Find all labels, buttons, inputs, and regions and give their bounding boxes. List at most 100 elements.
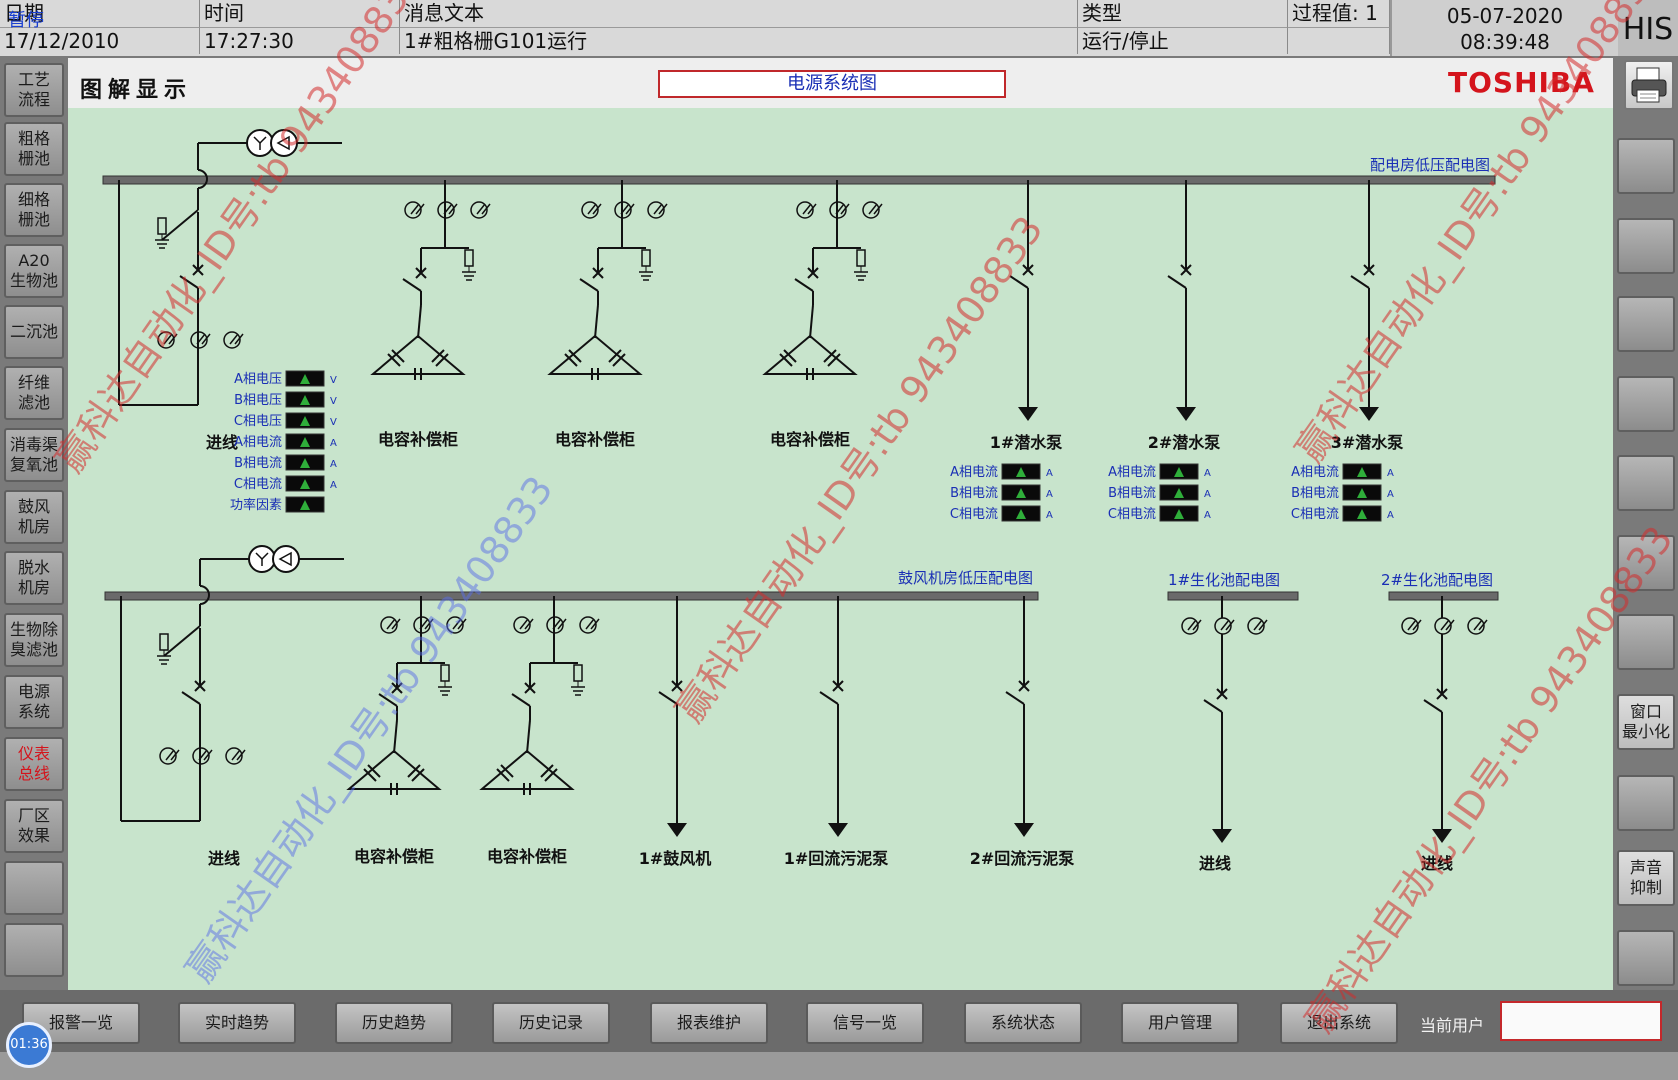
breaker-switch xyxy=(658,596,683,718)
side-button-7[interactable] xyxy=(1617,614,1675,670)
breaker-switch xyxy=(1203,634,1228,726)
wire xyxy=(809,304,814,339)
bottom-button-7[interactable]: 系统状态 xyxy=(964,1002,1082,1044)
nav-button-7[interactable]: 消毒渠 复氧池 xyxy=(4,428,64,482)
nav-button-11[interactable]: 电源 系统 xyxy=(4,675,64,729)
current-transformer-symbol xyxy=(157,331,178,349)
bus-bar-bio1 xyxy=(1167,591,1299,601)
arrow-head xyxy=(828,823,848,837)
recording-timer-badge[interactable]: 01:36 xyxy=(6,1022,52,1068)
alarm-row-message[interactable]: 1#粗格栅G101运行 xyxy=(400,27,1078,54)
load-arrow xyxy=(1018,308,1038,421)
window-minimize-button[interactable]: 窗口 最小化 xyxy=(1617,694,1675,750)
pause-button[interactable]: 暂停 xyxy=(8,6,44,32)
side-button-5[interactable] xyxy=(1617,455,1675,511)
capacitor-bank-symbol xyxy=(346,749,442,795)
side-button-6[interactable] xyxy=(1617,535,1675,591)
capacitor-cabinet-label: 电容补偿柜 xyxy=(487,847,567,866)
nav-button-4[interactable]: A20 生物池 xyxy=(4,244,64,298)
meter-label: C相电流 xyxy=(234,477,282,492)
current-transformer-symbol xyxy=(192,747,213,765)
meter-label: B相电压 xyxy=(234,393,282,408)
brand-logo: TOSHIBA xyxy=(1448,66,1595,99)
motor-feeder: 1#鼓风机 xyxy=(639,596,711,868)
side-button-9[interactable] xyxy=(1617,775,1675,831)
switch-blade xyxy=(1009,275,1029,289)
arrow-head xyxy=(1018,407,1038,421)
alarm-row-type[interactable]: 运行/停止 xyxy=(1078,27,1288,54)
switch-blade xyxy=(794,278,814,292)
mute-sound-button[interactable]: 声音 抑制 xyxy=(1617,850,1675,906)
nav-button-5[interactable]: 二沉池 xyxy=(4,305,64,359)
current-transformer-symbol xyxy=(225,747,246,765)
bottom-button-8[interactable]: 用户管理 xyxy=(1121,1002,1239,1044)
capacitor-feeder: 电容补偿柜 xyxy=(346,596,467,866)
bottom-button-6[interactable]: 信号一览 xyxy=(806,1002,924,1044)
nav-button-9[interactable]: 脱水 机房 xyxy=(4,551,64,605)
meter-unit: A xyxy=(1387,510,1394,521)
alarm-row-process-value[interactable] xyxy=(1288,27,1390,54)
load-arrow xyxy=(1212,726,1232,843)
bottom-bus-label: 鼓风机房低压配电图 xyxy=(898,569,1033,587)
load-label: 1#潜水泵 xyxy=(990,433,1063,452)
nav-button-13[interactable]: 厂区 效果 xyxy=(4,799,64,853)
nav-button-10[interactable]: 生物除 臭滤池 xyxy=(4,613,64,667)
meter-label: C相电流 xyxy=(1291,507,1339,522)
nav-button-14[interactable] xyxy=(4,861,64,915)
alarm-row-time[interactable]: 17:27:30 xyxy=(200,27,400,54)
current-transformer-symbol xyxy=(1247,617,1268,635)
bus-bar-bio2 xyxy=(1388,591,1499,601)
bio2-incoming: 进线 xyxy=(1421,634,1453,873)
bottom-button-5[interactable]: 报表维护 xyxy=(650,1002,768,1044)
bottom-button-4[interactable]: 历史记录 xyxy=(492,1002,610,1044)
side-button-3[interactable] xyxy=(1617,296,1675,352)
meter-readout: C相电流 A xyxy=(1108,505,1211,522)
meter-unit: A xyxy=(330,480,337,491)
switch-blade xyxy=(511,693,531,707)
breaker-switch xyxy=(1167,180,1192,302)
load-label: 3#潜水泵 xyxy=(1331,433,1404,452)
bottom-button-2[interactable]: 实时趋势 xyxy=(178,1002,296,1044)
arrow-head xyxy=(1014,823,1034,837)
side-button-1[interactable] xyxy=(1617,138,1675,194)
nav-button-1[interactable]: 工艺 流程 xyxy=(4,63,64,117)
current-transformer-symbol xyxy=(581,201,602,219)
cap-triangle xyxy=(762,334,858,375)
alarm-header-type: 类型 xyxy=(1078,0,1288,27)
his-button[interactable]: HIS xyxy=(1618,0,1678,56)
current-transformer-symbol xyxy=(380,616,401,634)
capacitor-bank-symbol xyxy=(547,334,643,380)
switch-blade xyxy=(402,278,422,292)
incoming-label: 进线 xyxy=(1421,854,1453,873)
nav-button-3[interactable]: 细格 栅池 xyxy=(4,183,64,237)
current-transformer-symbol xyxy=(413,616,434,634)
nav-button-6[interactable]: 纤维 滤池 xyxy=(4,366,64,420)
incoming-label: 进线 xyxy=(1199,854,1231,873)
switch-blade xyxy=(1203,699,1223,713)
current-user-field[interactable] xyxy=(1500,1001,1662,1041)
nav-button-8[interactable]: 鼓风 机房 xyxy=(4,490,64,544)
load-arrow xyxy=(828,724,848,837)
arrow-head xyxy=(1359,407,1379,421)
breaker-switch xyxy=(378,663,403,720)
nav-button-2[interactable]: 粗格 栅池 xyxy=(4,122,64,176)
nav-button-12[interactable]: 仪表 总线 xyxy=(4,737,64,791)
bottom-button-3[interactable]: 历史趋势 xyxy=(335,1002,453,1044)
printer-button[interactable] xyxy=(1624,60,1674,110)
side-button-2[interactable] xyxy=(1617,218,1675,274)
meter-label: C相电压 xyxy=(234,414,282,429)
current-transformer-symbol xyxy=(1434,617,1455,635)
arrow-head xyxy=(667,823,687,837)
side-button-4[interactable] xyxy=(1617,376,1675,432)
side-button-11[interactable] xyxy=(1617,930,1675,986)
capacitor-cabinet-label: 电容补偿柜 xyxy=(770,430,850,449)
bus-bar-bottom xyxy=(104,591,1039,601)
nav-button-15[interactable] xyxy=(4,923,64,977)
alarm-header-message: 消息文本 xyxy=(400,0,1078,27)
meter-label: A相电流 xyxy=(950,465,998,480)
bottom-button-9[interactable]: 退出系统 xyxy=(1280,1002,1398,1044)
meter-readout: C相电压 V xyxy=(234,412,337,429)
switch-blade xyxy=(1423,699,1443,713)
wire xyxy=(161,209,199,241)
meter-unit: A xyxy=(1387,468,1394,479)
